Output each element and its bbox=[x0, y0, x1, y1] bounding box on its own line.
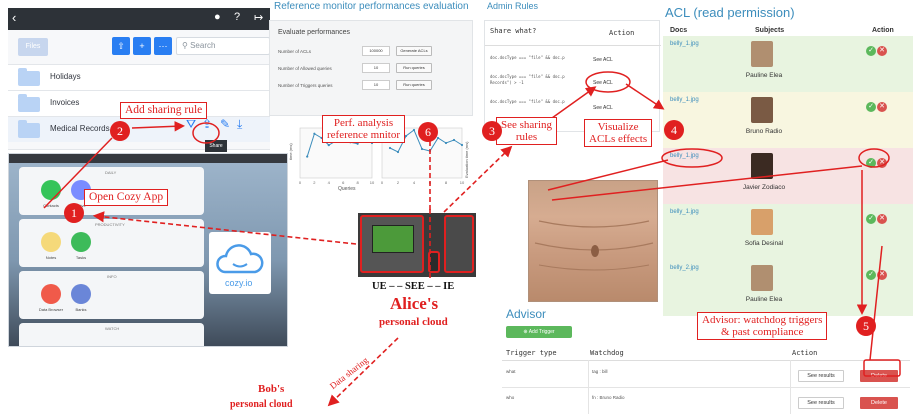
callout-line: & past compliance bbox=[720, 326, 804, 338]
step-2-badge: 2 bbox=[110, 121, 130, 141]
doc-highlight bbox=[661, 148, 723, 168]
step-1-badge: 1 bbox=[64, 203, 84, 223]
step-4-badge: 4 bbox=[664, 120, 684, 140]
step-6-badge: 6 bbox=[418, 122, 438, 142]
annotation-overlay bbox=[43, 71, 901, 407]
callout-advisor: Advisor: watchdog triggers & past compli… bbox=[697, 312, 828, 340]
callout-line: Perf. analysis bbox=[333, 117, 394, 129]
callout-line: Advisor: watchdog triggers bbox=[702, 314, 823, 326]
arrow-to-share bbox=[131, 121, 185, 132]
share-highlight bbox=[192, 122, 220, 144]
callout-open-cozy-app: Open Cozy App bbox=[84, 189, 169, 206]
callout-line: Visualize bbox=[597, 121, 639, 133]
step-3-badge: 3 bbox=[482, 121, 502, 141]
callout-see-sharing-rules: See sharing rules bbox=[496, 117, 558, 145]
dashed-to-rules bbox=[443, 145, 513, 213]
callout-line: See sharing bbox=[501, 119, 553, 131]
callout-perf-analysis: Perf. analysis reference mnitor bbox=[322, 115, 405, 143]
callout-line: reference mnitor bbox=[327, 129, 400, 141]
arrow-to-see-acl bbox=[551, 86, 597, 119]
action-highlight bbox=[858, 148, 890, 168]
step-5-badge: 5 bbox=[856, 316, 876, 336]
dashed-to-cozy bbox=[92, 211, 357, 245]
callout-line: rules bbox=[515, 131, 538, 143]
arrow-photo-to-action bbox=[551, 165, 863, 201]
callout-visualize-acls: Visualize ACLs effects bbox=[584, 119, 653, 147]
delete-highlight bbox=[863, 359, 901, 377]
arrow-photo-to-doc bbox=[547, 159, 669, 191]
callout-line: ACLs effects bbox=[589, 133, 648, 145]
callout-add-sharing-rule: Add sharing rule bbox=[120, 102, 208, 119]
arrow-to-acl bbox=[625, 83, 665, 110]
arrow-advisor-line bbox=[869, 245, 883, 361]
dashed-data-sharing bbox=[327, 337, 399, 407]
